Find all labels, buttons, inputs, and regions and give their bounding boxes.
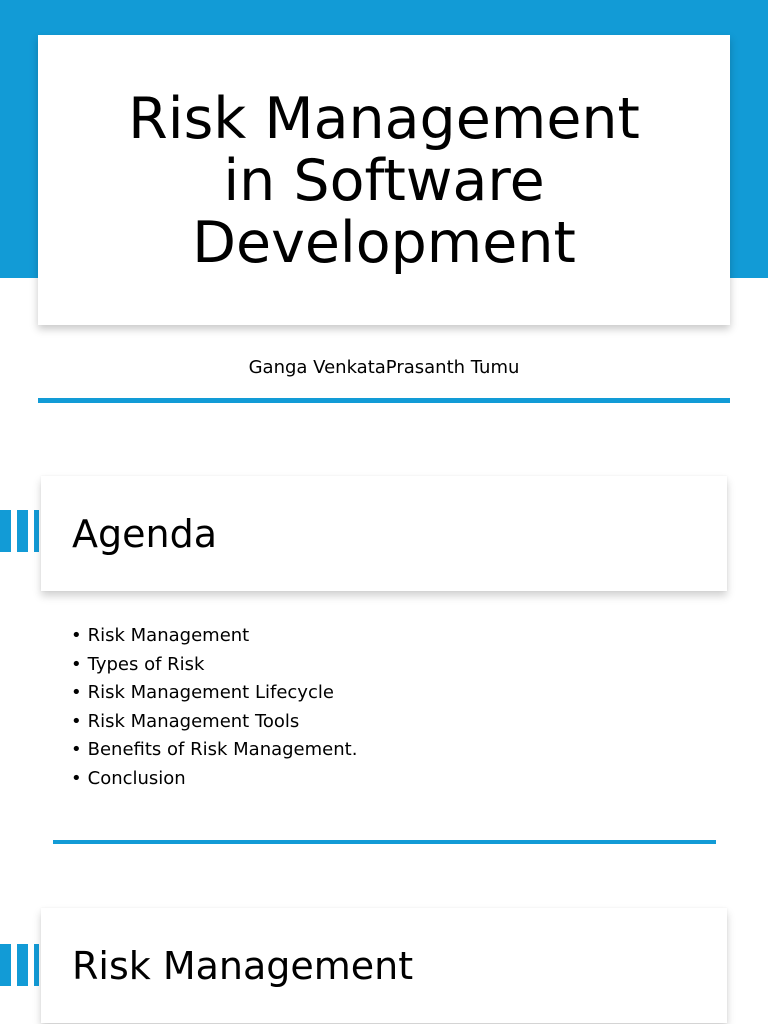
slide-divider bbox=[53, 840, 716, 844]
slide-title-line-2: in Software bbox=[223, 148, 545, 214]
agenda-item: Types of Risk bbox=[71, 651, 357, 680]
agenda-item: Risk Management Tools bbox=[71, 708, 357, 737]
section-marker-bars bbox=[0, 510, 41, 552]
agenda-heading-card: Agenda bbox=[41, 476, 727, 591]
agenda-item: Risk Management Lifecycle bbox=[71, 679, 357, 708]
title-card: Risk Management in Software Development bbox=[38, 35, 730, 325]
risk-management-heading: Risk Management bbox=[72, 943, 414, 988]
agenda-item: Benefits of Risk Management. bbox=[71, 736, 358, 765]
slide-divider bbox=[38, 398, 730, 403]
slide-title-line-3: Development bbox=[192, 210, 576, 276]
slide-title-line-1: Risk Management bbox=[128, 86, 640, 152]
section-marker-bars bbox=[0, 944, 41, 986]
agenda-item: Risk Management bbox=[71, 622, 357, 651]
agenda-list: Risk Management Types of Risk Risk Manag… bbox=[71, 622, 358, 794]
slide-title: Risk Management in Software Development bbox=[128, 86, 640, 274]
risk-management-heading-card: Risk Management bbox=[41, 908, 727, 1023]
agenda-item: Conclusion bbox=[71, 765, 357, 794]
author-name: Ganga VenkataPrasanth Tumu bbox=[248, 357, 520, 378]
agenda-heading: Agenda bbox=[72, 511, 217, 556]
